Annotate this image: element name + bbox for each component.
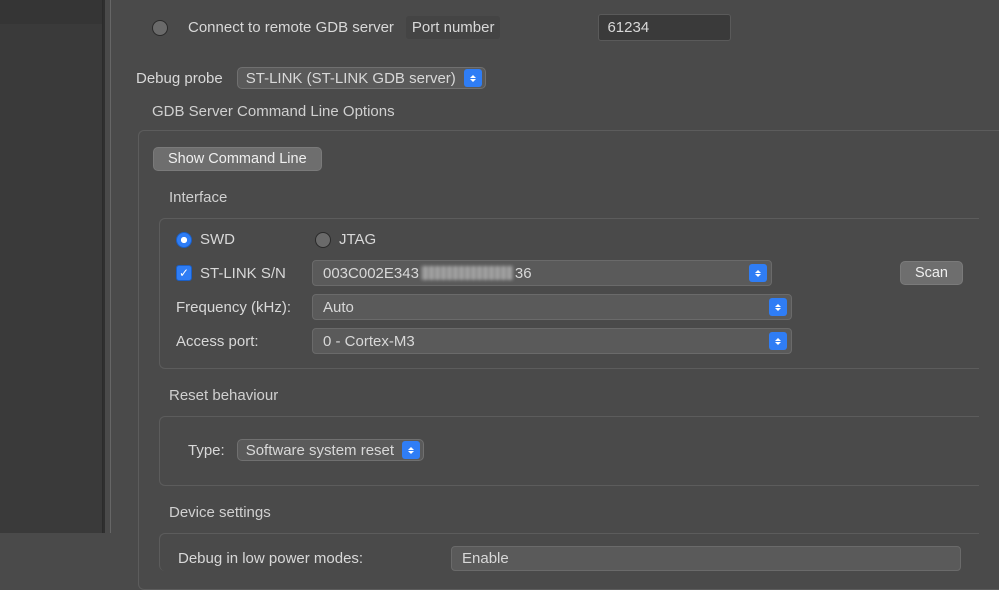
left-panel-top — [0, 0, 102, 24]
sn-obscured-segment — [421, 266, 513, 280]
stlink-sn-checkbox[interactable]: ✓ — [176, 265, 192, 281]
chevron-updown-icon — [769, 332, 787, 350]
low-power-value: Enable — [462, 550, 509, 567]
gdb-options-heading: GDB Server Command Line Options — [118, 103, 999, 120]
gdb-options-group: Show Command Line Interface SWD JTAG ✓ S… — [138, 130, 999, 590]
show-command-line-button[interactable]: Show Command Line — [153, 147, 322, 171]
access-port-label: Access port: — [176, 333, 306, 350]
chevron-updown-icon — [464, 69, 482, 87]
stlink-sn-select[interactable]: 003C002E343 36 — [312, 260, 772, 286]
reset-type-select[interactable]: Software system reset — [237, 439, 424, 461]
device-settings-group: Debug in low power modes: Enable — [159, 533, 979, 571]
reset-type-label: Type: — [188, 442, 225, 459]
device-settings-heading: Device settings — [169, 504, 979, 521]
reset-type-value: Software system reset — [246, 442, 394, 459]
frequency-label: Frequency (kHz): — [176, 299, 306, 316]
reset-behaviour-group: Type: Software system reset — [159, 416, 979, 486]
chevron-updown-icon — [769, 298, 787, 316]
frequency-value: Auto — [323, 299, 354, 316]
low-power-select[interactable]: Enable — [451, 546, 961, 571]
jtag-radio[interactable] — [315, 232, 331, 248]
chevron-updown-icon — [749, 264, 767, 282]
main-panel: Connect to remote GDB server Port number… — [118, 0, 999, 533]
debug-probe-select[interactable]: ST-LINK (ST-LINK GDB server) — [237, 67, 486, 89]
reset-behaviour-heading: Reset behaviour — [169, 387, 979, 404]
debug-probe-label: Debug probe — [136, 70, 223, 87]
vertical-divider-inner — [110, 0, 111, 533]
stlink-sn-label: ST-LINK S/N — [200, 265, 286, 282]
port-number-input[interactable] — [598, 14, 731, 41]
debug-probe-value: ST-LINK (ST-LINK GDB server) — [246, 70, 456, 87]
chevron-updown-icon — [402, 441, 420, 459]
vertical-divider — [103, 0, 105, 533]
jtag-label: JTAG — [339, 231, 376, 248]
swd-label: SWD — [200, 231, 235, 248]
interface-heading: Interface — [169, 189, 979, 206]
port-number-label: Port number — [406, 16, 501, 39]
swd-radio[interactable] — [176, 232, 192, 248]
frequency-select[interactable]: Auto — [312, 294, 792, 320]
access-port-select[interactable]: 0 - Cortex-M3 — [312, 328, 792, 354]
left-panel — [0, 0, 103, 533]
low-power-label: Debug in low power modes: — [178, 550, 363, 567]
stlink-sn-value: 003C002E343 36 — [323, 265, 532, 282]
scan-button[interactable]: Scan — [900, 261, 963, 285]
access-port-value: 0 - Cortex-M3 — [323, 333, 415, 350]
interface-group: SWD JTAG ✓ ST-LINK S/N 003C002E343 36 — [159, 218, 979, 369]
connect-remote-radio[interactable] — [152, 20, 168, 36]
connect-remote-label: Connect to remote GDB server — [188, 19, 394, 36]
